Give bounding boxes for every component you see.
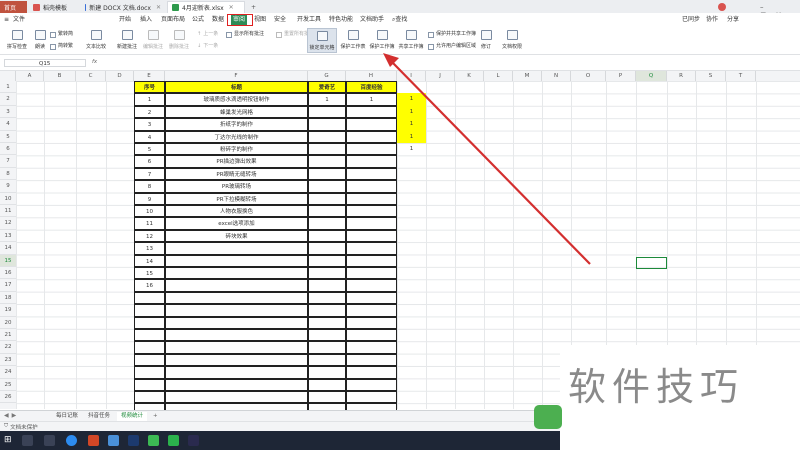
shield-icon: ⛉ [4, 423, 9, 429]
app-icon[interactable] [108, 435, 119, 446]
premiere-icon[interactable] [188, 435, 199, 446]
add-sheet-button[interactable]: + [149, 412, 162, 421]
arrow-shaft [391, 61, 591, 265]
sheet-tab[interactable]: 每日记账 [52, 412, 82, 421]
video-app-icon[interactable] [168, 435, 179, 446]
protect-status[interactable]: ⛉ 文档未保护 [4, 423, 38, 431]
browser-icon[interactable] [66, 435, 77, 446]
wps-icon[interactable] [88, 435, 99, 446]
wechat-icon[interactable] [148, 435, 159, 446]
taskbar: ⊞ [0, 431, 560, 450]
watermark-text: 软件技巧 [568, 365, 745, 409]
task-view-icon[interactable] [44, 435, 55, 446]
sheet-tab[interactable]: 抖音任务 [84, 412, 114, 421]
sheet-nav-arrows[interactable]: ◀▶ [4, 412, 19, 419]
search-taskbar-icon[interactable] [22, 435, 33, 446]
arrow-head [383, 53, 399, 67]
protect-status-label: 文档未保护 [10, 425, 38, 431]
start-icon[interactable]: ⊞ [4, 435, 15, 446]
floating-assistant-button[interactable] [534, 405, 562, 429]
photoshop-icon[interactable] [128, 435, 139, 446]
